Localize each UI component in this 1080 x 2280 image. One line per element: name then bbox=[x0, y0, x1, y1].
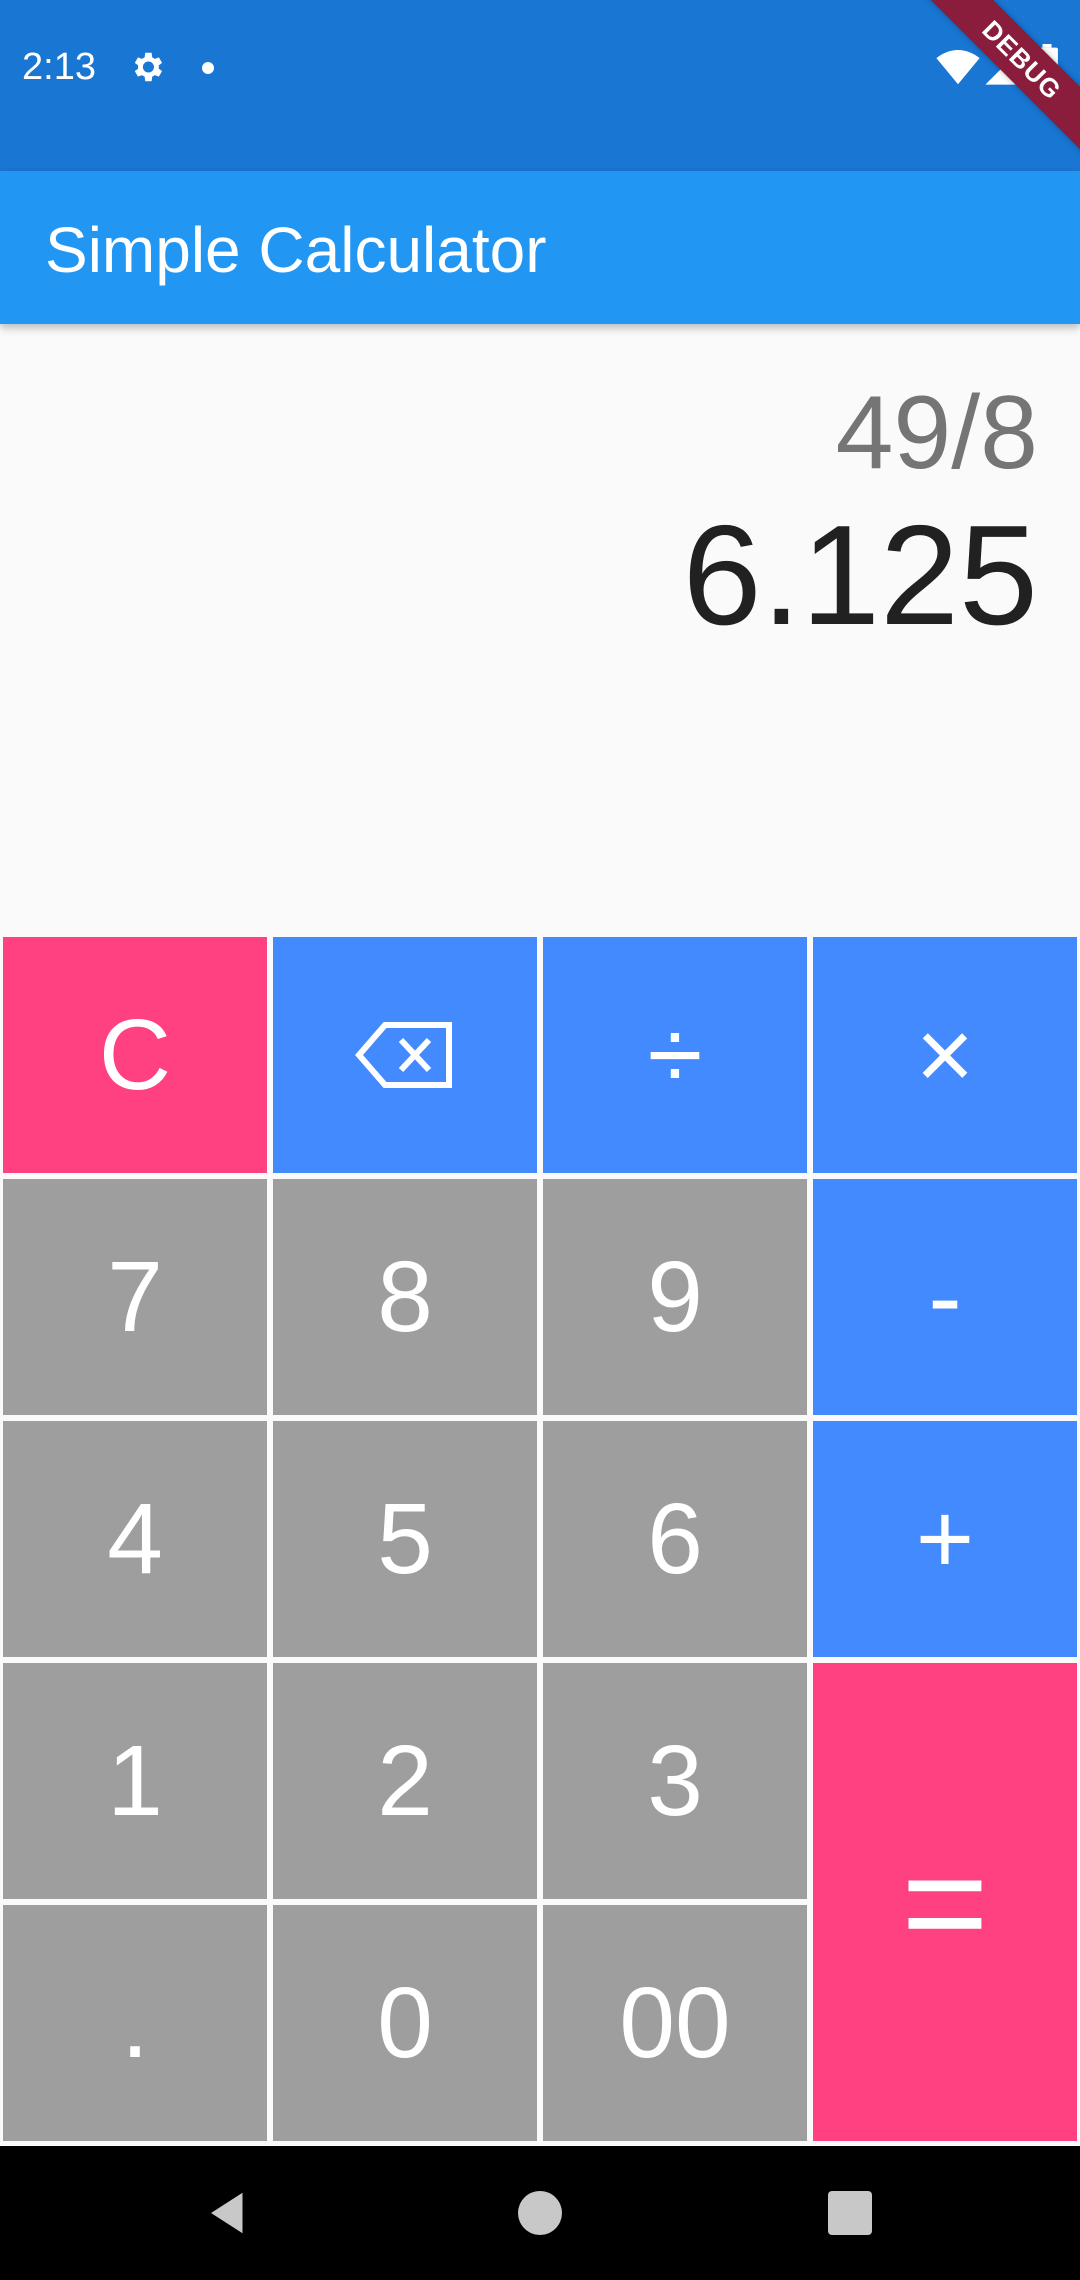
status-time: 2:13 bbox=[22, 46, 96, 88]
wifi-icon bbox=[936, 50, 980, 85]
digit-7-button[interactable]: 7 bbox=[3, 1179, 267, 1415]
divide-button[interactable]: ÷ bbox=[543, 937, 807, 1173]
digit-0-button[interactable]: 0 bbox=[273, 1905, 537, 2141]
backspace-button[interactable] bbox=[273, 937, 537, 1173]
decimal-point-button[interactable]: . bbox=[3, 1905, 267, 2141]
app-bar: Simple Calculator bbox=[0, 171, 1080, 324]
digit-6-button[interactable]: 6 bbox=[543, 1421, 807, 1657]
result-text: 6.125 bbox=[682, 496, 1038, 655]
backspace-icon bbox=[355, 1022, 452, 1088]
gear-icon bbox=[134, 52, 163, 82]
digit-5-button[interactable]: 5 bbox=[273, 1421, 537, 1657]
calculator-display: 49/8 6.125 bbox=[0, 324, 1080, 934]
notification-dot-icon bbox=[202, 62, 214, 74]
double-zero-button[interactable]: 00 bbox=[543, 1905, 807, 2141]
digit-4-button[interactable]: 4 bbox=[3, 1421, 267, 1657]
digit-9-button[interactable]: 9 bbox=[543, 1179, 807, 1415]
recents-icon[interactable] bbox=[828, 2191, 872, 2235]
digit-2-button[interactable]: 2 bbox=[273, 1663, 537, 1899]
digit-8-button[interactable]: 8 bbox=[273, 1179, 537, 1415]
status-bar: 2:13 DEBUG bbox=[0, 0, 1080, 171]
app-title: Simple Calculator bbox=[45, 214, 547, 286]
minus-button[interactable]: - bbox=[813, 1179, 1077, 1415]
clear-button[interactable]: C bbox=[3, 937, 267, 1173]
back-icon[interactable] bbox=[202, 2186, 256, 2240]
keypad: C ÷ × 7 8 9 - 4 5 6 + 1 2 3 = . 0 00 bbox=[0, 934, 1080, 2146]
equals-button[interactable]: = bbox=[813, 1663, 1077, 2141]
digit-3-button[interactable]: 3 bbox=[543, 1663, 807, 1899]
expression-text: 49/8 bbox=[835, 375, 1038, 491]
navigation-bar bbox=[0, 2146, 1080, 2280]
digit-1-button[interactable]: 1 bbox=[3, 1663, 267, 1899]
home-icon[interactable] bbox=[518, 2191, 562, 2235]
multiply-button[interactable]: × bbox=[813, 937, 1077, 1173]
plus-button[interactable]: + bbox=[813, 1421, 1077, 1657]
